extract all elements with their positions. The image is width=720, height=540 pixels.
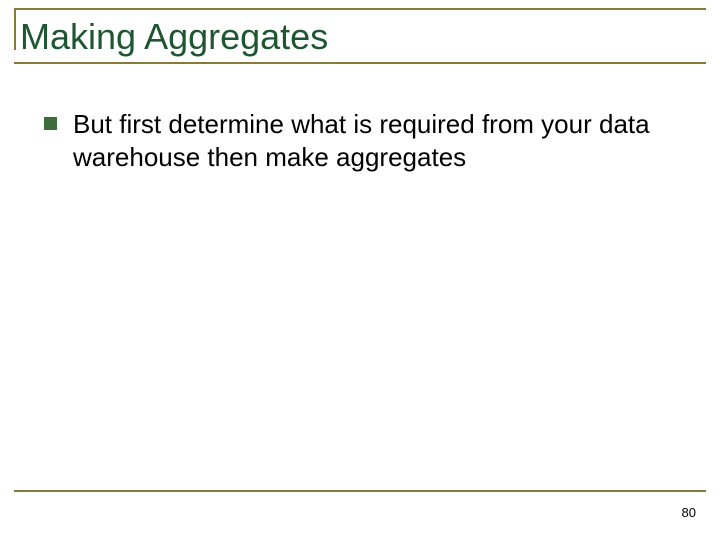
frame-top-line <box>14 8 706 10</box>
frame-left-line <box>14 8 16 50</box>
title-underline <box>14 62 706 64</box>
page-number: 80 <box>682 505 696 520</box>
square-bullet-icon <box>44 117 57 130</box>
bullet-item: But first determine what is required fro… <box>44 108 664 173</box>
slide-body: But first determine what is required fro… <box>44 108 664 173</box>
frame-bottom-line <box>14 490 706 492</box>
slide: Making Aggregates But first determine wh… <box>0 0 720 540</box>
bullet-text: But first determine what is required fro… <box>73 108 664 173</box>
slide-title: Making Aggregates <box>20 16 338 58</box>
